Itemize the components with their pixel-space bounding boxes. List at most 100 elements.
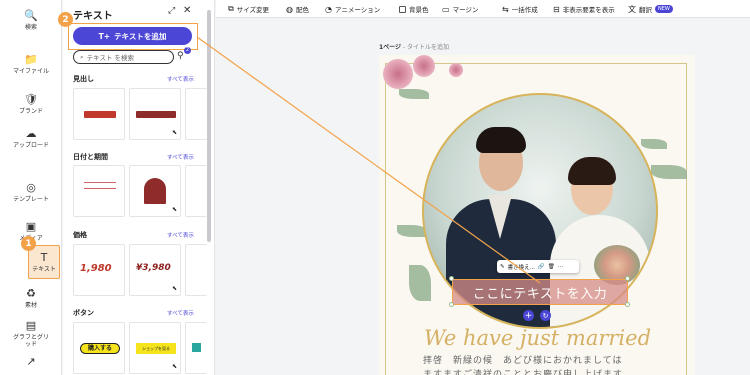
rail-elements[interactable]: ♻ 素材 — [0, 280, 62, 316]
add-element-icon[interactable]: + — [523, 310, 534, 321]
rail-brand[interactable]: 🛡 ブランド — [0, 86, 62, 122]
batch-create-button[interactable]: ⇆ 一括作成 — [502, 3, 538, 15]
see-all-price[interactable]: すべて表示 — [167, 231, 194, 239]
heading-thumb-2[interactable]: ⬉ — [129, 88, 181, 140]
top-toolbar: ⧉ サイズ変更 ◍ 配色 ◔ アニメーション 背景色 ▭ マージン ⇆ 一括作成… — [216, 0, 750, 18]
price-thumb-2[interactable]: ¥3,980 ⬉ — [129, 244, 181, 296]
see-all-buttons[interactable]: すべて表示 — [167, 309, 194, 317]
button-thumb-1[interactable]: 購入する — [73, 322, 125, 374]
rail-text[interactable]: T テキスト — [28, 245, 60, 279]
add-text-label: テキストを追加 — [114, 31, 167, 41]
step-badge-2: 2 — [58, 12, 73, 27]
heading-thumb-1[interactable] — [73, 88, 125, 140]
more-icon[interactable]: ⋯ — [558, 264, 564, 270]
checkbox-icon — [399, 5, 406, 13]
page-label[interactable]: 1ページ - タイトルを追加 — [379, 42, 449, 51]
grid-icon: ▤ — [25, 319, 37, 332]
panel-scrollbar[interactable] — [207, 10, 211, 242]
translate-icon: 文 — [628, 4, 636, 14]
background-label: 背景色 — [409, 6, 429, 14]
search-placeholder: テキスト を検索 — [86, 54, 135, 62]
price-thumb-1[interactable]: 1,980 — [73, 244, 125, 296]
price-thumb-3[interactable] — [185, 244, 207, 296]
body-text-line-1[interactable]: 拝啓 新緑の候 あどび様におかれましては — [423, 353, 623, 366]
resize-label: サイズ変更 — [236, 6, 270, 14]
rail-label: 検索 — [24, 23, 37, 31]
rotate-icon[interactable]: ↻ — [540, 310, 551, 321]
rose-decoration — [383, 59, 413, 89]
template-icon: ◎ — [26, 180, 36, 194]
date-thumb-1[interactable] — [73, 165, 125, 217]
rail-label: テキスト — [32, 265, 56, 273]
margin-icon: ▭ — [442, 4, 450, 14]
add-text-button[interactable]: T+ テキストを追加 — [73, 27, 192, 45]
show-hidden-button[interactable]: ⊟ 非表示要素を表示 — [553, 3, 615, 15]
folder-icon: 📁 — [24, 52, 38, 66]
batch-icon: ⇆ — [502, 4, 509, 14]
resize-handle[interactable] — [625, 276, 630, 281]
selected-text-box[interactable]: ここにテキストを入力 — [452, 279, 628, 305]
leaf-decoration — [641, 139, 667, 149]
rewrite-icon[interactable]: ✎ — [500, 264, 505, 270]
date-thumb-3[interactable] — [185, 165, 207, 217]
batch-label: 一括作成 — [511, 6, 538, 14]
rail-label: グラフとグリッド — [13, 334, 50, 348]
filter-icon[interactable]: ⚲ — [177, 51, 184, 61]
rail-my-files[interactable]: 📁 マイファイル — [0, 46, 62, 82]
tag-icon: ⬉ — [171, 129, 177, 136]
color-label: 配色 — [295, 6, 309, 14]
resize-button[interactable]: ⧉ サイズ変更 — [228, 3, 269, 15]
rose-decoration — [449, 63, 463, 77]
left-rail: 🔍 検索 📁 マイファイル 🛡 ブランド ☁ アップロード ◎ テンプレート ▣… — [0, 0, 62, 375]
thumb-button-text: ショップを見る — [136, 343, 176, 354]
rail-charts-grids[interactable]: ▤ グラフとグリッド — [0, 316, 62, 352]
background-toggle[interactable]: 背景色 — [399, 3, 429, 15]
rail-templates[interactable]: ◎ テンプレート — [0, 174, 62, 210]
thumb-graphic — [136, 111, 176, 118]
thumb-graphic — [192, 343, 201, 352]
translate-button[interactable]: 文 翻訳 NEW — [628, 3, 673, 15]
rail-label: マイファイル — [12, 67, 49, 75]
thumb-graphic — [84, 188, 116, 189]
hidden-layers-icon: ⊟ — [553, 4, 560, 14]
step-badge-1: 1 — [21, 236, 36, 251]
hidden-label: 非表示要素を表示 — [562, 6, 615, 14]
section-title-dates: 日付と期間 — [73, 153, 108, 161]
text-icon: T — [40, 250, 48, 264]
heading-thumb-3[interactable] — [185, 88, 207, 140]
text-panel: テキスト ⤢ ✕ T+ テキストを追加 ⌕ テキスト を検索 ⚲ 2 見出し す… — [63, 0, 215, 375]
section-title-price: 価格 — [73, 231, 87, 239]
rail-upload[interactable]: ☁ アップロード — [0, 120, 62, 156]
link-icon[interactable]: 🔗 — [538, 264, 545, 270]
section-title-buttons: ボタン — [73, 309, 94, 317]
rail-label: 素材 — [24, 301, 37, 309]
delete-icon[interactable]: 🗑 — [548, 264, 555, 270]
date-thumb-2[interactable]: ⬉ — [129, 165, 181, 217]
resize-handle[interactable] — [449, 302, 454, 307]
color-button[interactable]: ◍ 配色 — [286, 3, 309, 15]
body-text-line-2[interactable]: ますますご清祥のこととお慶び申し上げます — [423, 367, 623, 375]
rewrite-label[interactable]: 書き換え... — [508, 263, 535, 271]
resize-handle[interactable] — [625, 302, 630, 307]
see-all-dates[interactable]: すべて表示 — [167, 153, 194, 161]
elements-icon: ♻ — [26, 286, 36, 300]
text-search-input[interactable]: ⌕ テキスト を検索 — [73, 50, 174, 64]
rail-search[interactable]: 🔍 検索 — [0, 2, 62, 38]
margin-button[interactable]: ▭ マージン — [442, 3, 478, 15]
rail-label: アップロード — [13, 141, 50, 149]
thumb-graphic — [144, 178, 166, 204]
close-icon[interactable]: ✕ — [183, 5, 191, 16]
resize-handle[interactable] — [449, 276, 454, 281]
script-heading[interactable]: We have just married — [424, 326, 651, 350]
animation-button[interactable]: ◔ アニメーション — [325, 3, 380, 15]
button-thumb-2[interactable]: ショップを見る ⬉ — [129, 322, 181, 374]
rail-more[interactable]: ↗ — [0, 352, 62, 372]
thumb-button-text: 購入する — [80, 343, 120, 354]
button-thumb-3[interactable] — [185, 322, 207, 374]
see-all-headings[interactable]: すべて表示 — [167, 75, 194, 83]
tag-icon: ⬉ — [171, 285, 177, 292]
expand-icon[interactable]: ⤢ — [168, 6, 175, 16]
element-mini-toolbar: ✎ 書き換え... 🔗 🗑 ⋯ — [497, 260, 579, 273]
section-title-headings: 見出し — [73, 75, 94, 83]
search-icon: ⌕ — [80, 52, 84, 61]
